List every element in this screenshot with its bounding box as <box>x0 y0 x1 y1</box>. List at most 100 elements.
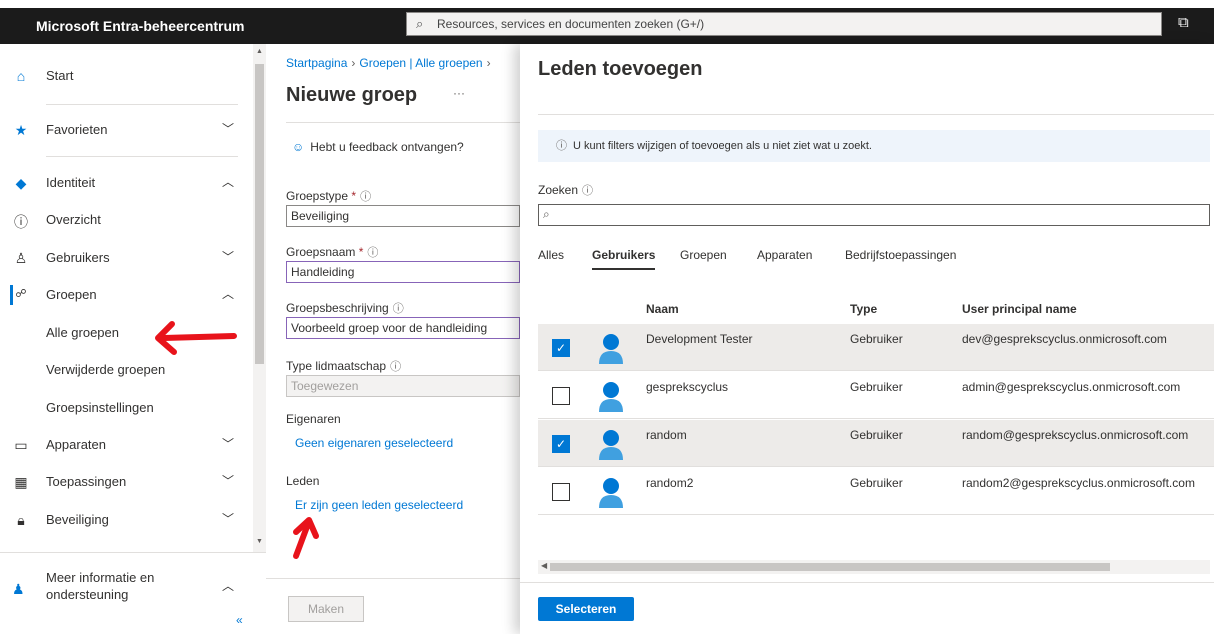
tab-bedrijfstoepassingen[interactable]: Bedrijfstoepassingen <box>845 248 956 262</box>
groepstype-select[interactable]: Beveiliging <box>286 205 520 227</box>
tab-gebruikers[interactable]: Gebruikers <box>592 248 656 270</box>
user-avatar-icon <box>599 478 623 508</box>
more-options-button[interactable]: ··· <box>453 86 465 100</box>
tab-alles[interactable]: Alles <box>538 248 564 262</box>
column-type[interactable]: Type <box>850 302 877 316</box>
star-icon: ★ <box>14 122 28 138</box>
lidmaatschap-select: Toegewezen <box>286 375 520 397</box>
sidebar-item-alle-groepen[interactable]: Alle groepen <box>0 315 252 351</box>
help-section[interactable]: ♟ Meer informatie en ondersteuning ︿ « <box>0 552 266 634</box>
divider <box>538 114 1214 115</box>
feedback-icon[interactable]: ⧉ <box>1178 15 1192 31</box>
chevron-down-icon: ﹀ <box>222 512 235 526</box>
user-icon: ♙ <box>14 250 28 266</box>
sidebar-item-label: Alle groepen <box>46 325 119 340</box>
table-row[interactable]: random2 Gebruiker random2@gesprekscyclus… <box>538 468 1214 515</box>
sidebar-item-label: Gebruikers <box>46 250 110 265</box>
row-name: random <box>646 428 687 442</box>
row-checkbox[interactable] <box>552 483 570 501</box>
info-icon[interactable]: ⓘ <box>390 361 401 373</box>
sidebar: ⌂ Start ★ Favorieten ﹀ ◆ Identiteit ︿ ⓘ … <box>0 44 252 634</box>
sidebar-item-start[interactable]: ⌂ Start <box>0 58 252 94</box>
search-icon: ⌕ <box>416 16 424 31</box>
info-icon: ⓘ <box>556 140 567 152</box>
groepsnaam-input[interactable]: Handleiding <box>286 261 520 283</box>
table-row[interactable]: ✓ Development Tester Gebruiker dev@gespr… <box>538 324 1214 371</box>
scroll-left-icon[interactable]: ◀ <box>541 561 547 570</box>
search-icon: ⌕ <box>543 207 550 221</box>
table-row[interactable]: ✓ random Gebruiker random@gesprekscyclus… <box>538 420 1214 467</box>
sidebar-item-groepen[interactable]: ☍ Groepen ︿ <box>0 277 252 313</box>
scroll-up-icon[interactable]: ▲ <box>256 48 263 55</box>
row-type: Gebruiker <box>850 476 903 490</box>
collapse-sidebar-button[interactable]: « <box>236 613 243 627</box>
member-search-input[interactable]: ⌕ <box>538 204 1210 226</box>
global-search-input[interactable]: ⌕ Resources, services en documenten zoek… <box>406 12 1162 36</box>
row-checkbox[interactable] <box>552 387 570 405</box>
breadcrumb-groepen[interactable]: Groepen | Alle groepen <box>359 56 482 70</box>
row-type: Gebruiker <box>850 428 903 442</box>
sidebar-item-label: Groepsinstellingen <box>46 400 154 415</box>
tab-apparaten[interactable]: Apparaten <box>757 248 812 262</box>
row-type: Gebruiker <box>850 380 903 394</box>
groepstype-label: Groepstype * ⓘ <box>286 188 371 204</box>
sidebar-item-label: Groepen <box>46 287 97 302</box>
table-row[interactable]: gesprekscyclus Gebruiker admin@gespreksc… <box>538 372 1214 419</box>
groups-icon: ☍ <box>15 288 27 300</box>
divider <box>266 578 520 579</box>
row-upn: dev@gesprekscyclus.onmicrosoft.com <box>962 332 1167 346</box>
chevron-down-icon: ﹀ <box>222 122 235 136</box>
breadcrumb-start[interactable]: Startpagina <box>286 56 347 70</box>
chevron-down-icon: ﹀ <box>222 474 235 488</box>
search-label: Zoeken ⓘ <box>538 182 593 198</box>
sidebar-item-gebruikers[interactable]: ♙ Gebruikers ﹀ <box>0 240 252 276</box>
column-naam[interactable]: Naam <box>646 302 679 316</box>
info-icon[interactable]: ⓘ <box>582 185 593 197</box>
new-group-form: Startpagina › Groepen | Alle groepen › Nieu… <box>266 44 520 634</box>
sidebar-item-overzicht[interactable]: ⓘ Overzicht <box>0 202 252 238</box>
table-header: Naam Type User principal name <box>538 294 1214 322</box>
info-icon[interactable]: ⓘ <box>367 247 378 259</box>
row-name: gesprekscyclus <box>646 380 729 394</box>
help-label: Meer informatie en ondersteuning <box>46 570 155 602</box>
divider <box>520 582 1214 583</box>
sidebar-scrollbar[interactable]: ▲ ▼ <box>253 44 266 552</box>
chevron-up-icon: ︿ <box>222 287 235 301</box>
info-icon: ⓘ <box>14 214 28 230</box>
required-marker: * <box>358 245 364 259</box>
user-avatar-icon <box>599 382 623 412</box>
sidebar-item-verwijderde-groepen[interactable]: Verwijderde groepen <box>0 352 252 388</box>
row-checkbox[interactable]: ✓ <box>552 435 570 453</box>
sidebar-item-identiteit[interactable]: ◆ Identiteit ︿ <box>0 165 252 201</box>
column-upn[interactable]: User principal name <box>962 302 1077 316</box>
sidebar-item-label: Verwijderde groepen <box>46 362 166 377</box>
feedback-label: Hebt u feedback ontvangen? <box>310 140 464 154</box>
row-upn: random2@gesprekscyclus.onmicrosoft.com <box>962 476 1195 490</box>
scrollbar-thumb[interactable] <box>255 64 264 364</box>
beschrijving-label-text: Groepsbeschrijving <box>286 301 389 315</box>
breadcrumb: Startpagina › Groepen | Alle groepen › <box>286 56 495 70</box>
feedback-link[interactable]: ☺ Hebt u feedback ontvangen? <box>292 140 464 154</box>
eigenaren-link[interactable]: Geen eigenaren geselecteerd <box>295 436 453 450</box>
select-button[interactable]: Selecteren <box>538 597 634 621</box>
chevron-up-icon: ︿ <box>222 579 235 593</box>
sidebar-item-toepassingen[interactable]: ▦ Toepassingen ﹀ <box>0 464 252 500</box>
scrollbar-thumb[interactable] <box>550 563 1110 571</box>
divider <box>46 156 238 157</box>
scroll-down-icon[interactable]: ▼ <box>256 538 263 545</box>
sidebar-item-apparaten[interactable]: ▭ Apparaten ﹀ <box>0 427 252 463</box>
row-checkbox[interactable]: ✓ <box>552 339 570 357</box>
tab-groepen[interactable]: Groepen <box>680 248 727 262</box>
info-icon[interactable]: ⓘ <box>360 191 371 203</box>
add-members-panel: Leden toevoegen ⓘ U kunt filters wijzigen… <box>520 44 1214 634</box>
row-upn: random@gesprekscyclus.onmicrosoft.com <box>962 428 1189 442</box>
sidebar-item-beveiliging[interactable]: 🔒︎ Beveiliging ﹀ <box>0 502 252 538</box>
sidebar-item-groepsinstellingen[interactable]: Groepsinstellingen <box>0 390 252 426</box>
app-title[interactable]: Microsoft Entra-beheercentrum <box>0 8 258 44</box>
beschrijving-input[interactable]: Voorbeeld groep voor de handleiding <box>286 317 520 339</box>
info-icon[interactable]: ⓘ <box>393 303 404 315</box>
groepstype-label-text: Groepstype <box>286 189 349 203</box>
horizontal-scrollbar[interactable]: ◀ <box>538 560 1210 574</box>
leden-link[interactable]: Er zijn geen leden geselecteerd <box>295 498 463 512</box>
sidebar-item-favorieten[interactable]: ★ Favorieten ﹀ <box>0 112 252 148</box>
